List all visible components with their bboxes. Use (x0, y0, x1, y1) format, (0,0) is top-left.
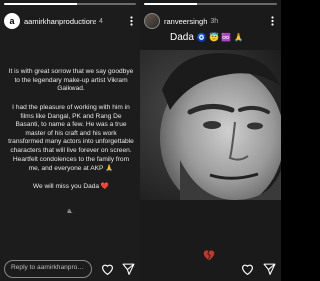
right-time: 3h (210, 17, 219, 25)
right-story-panel: ranveersingh 3h Dada 🧿 😇 ♾️ 🙏 (140, 0, 281, 281)
left-story-header: a aamirkhanproductions 4 (4, 11, 136, 31)
broken-heart-icon (202, 248, 216, 266)
story-caption: Dada 🧿 😇 ♾️ 🙏 (170, 32, 243, 43)
more-dots-icon[interactable] (126, 15, 136, 27)
reply-input[interactable]: Reply to aamirkhanproductions... (4, 260, 92, 278)
more-dots-icon[interactable] (267, 15, 277, 27)
left-avatar-letter: a (9, 15, 15, 26)
left-username[interactable]: aamirkhanproductions (24, 17, 96, 26)
right-story-progress-fill (144, 3, 198, 5)
send-icon[interactable] (262, 262, 276, 276)
right-avatar[interactable] (144, 13, 160, 29)
story-paragraph-3: Heartfelt condolences to the family from… (12, 156, 130, 172)
caption-text: Dada (170, 32, 194, 43)
story-paragraph-1: It is with great sorrow that we say good… (8, 68, 134, 93)
story-signature: a. (67, 208, 73, 215)
left-time: 4 (99, 17, 103, 25)
right-username[interactable]: ranveersingh (164, 17, 207, 26)
right-story-header: ranveersingh 3h (144, 11, 277, 31)
heart-icon[interactable] (240, 262, 254, 276)
right-story-progress (144, 3, 277, 5)
portrait-photo (140, 50, 281, 200)
left-story-panel: a aamirkhanproductions 4 It is with grea… (0, 0, 140, 281)
left-avatar[interactable]: a (4, 13, 20, 29)
story-paragraph-4: We will miss you Dada ❤️ (32, 183, 110, 190)
heart-icon[interactable] (100, 262, 114, 276)
caption-emojis: 🧿 😇 ♾️ 🙏 (196, 33, 244, 42)
story-paragraph-2: I had the pleasure of working with him i… (8, 104, 134, 154)
send-icon[interactable] (121, 262, 135, 276)
left-story-progress-fill (4, 3, 77, 5)
left-story-progress (4, 3, 136, 5)
